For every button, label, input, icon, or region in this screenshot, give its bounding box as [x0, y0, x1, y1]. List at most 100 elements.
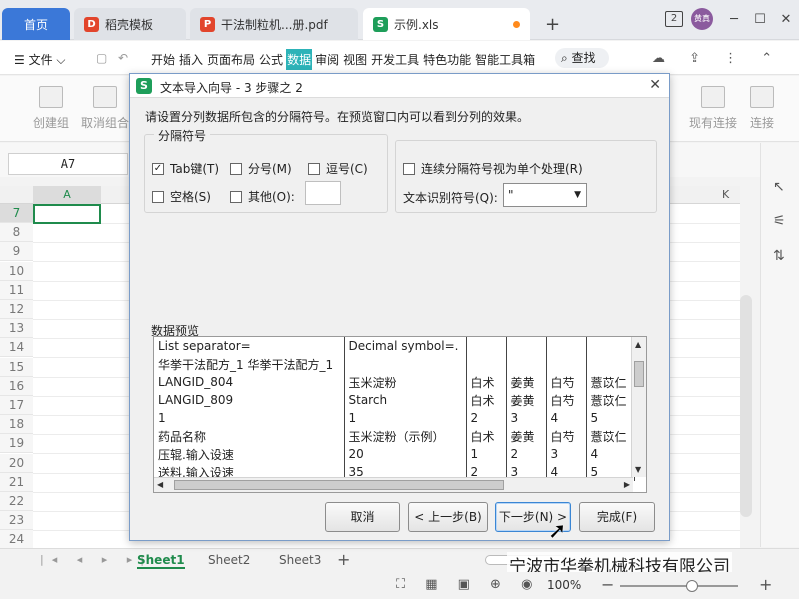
new-tab-icon[interactable]: +	[545, 14, 560, 35]
semicolon-checkbox[interactable]: 分号(M)	[230, 160, 292, 177]
close-icon[interactable]: ✕	[773, 12, 799, 27]
menu-item[interactable]: 页面布局	[206, 49, 256, 70]
other-delimiter-input[interactable]	[305, 181, 341, 205]
cancel-button[interactable]: 取消	[325, 502, 400, 532]
preview-horizontal-scrollbar[interactable]: ◀ ▶	[154, 477, 633, 492]
menu-item[interactable]: 开发工具	[370, 49, 420, 70]
sheet-nav-icons[interactable]: |◂ ◂ ▸ ▸|	[40, 553, 152, 566]
add-sheet-icon[interactable]: +	[337, 550, 350, 569]
preview-cell: 3	[506, 409, 547, 427]
comma-checkbox[interactable]: 逗号(C)	[308, 160, 368, 177]
menu-item[interactable]: 视图	[342, 49, 368, 70]
tab-pdf[interactable]: P 干法制粒机...册.pdf	[190, 8, 358, 40]
preview-cell: 1	[154, 409, 345, 427]
row-header[interactable]: 20	[0, 453, 33, 473]
text-qualifier-label: 文本识别符号(Q):	[403, 191, 498, 205]
row-header[interactable]: 14	[0, 338, 33, 358]
row-header[interactable]: 10	[0, 261, 33, 281]
row-header[interactable]: 15	[0, 357, 33, 377]
tab-xls[interactable]: S 示例.xls	[363, 8, 530, 40]
scroll-down-icon[interactable]: ▼	[635, 465, 641, 474]
row-header[interactable]: 24	[0, 530, 33, 550]
docer-icon: D	[84, 16, 99, 32]
tab-checkbox[interactable]: ✓ Tab键(T)	[152, 160, 219, 177]
preview-cell: 姜黄	[506, 373, 547, 391]
row-header[interactable]: 12	[0, 300, 33, 319]
row-header[interactable]: 19	[0, 434, 33, 454]
column-header-a[interactable]: A	[33, 186, 101, 204]
menu-item[interactable]: 特色功能	[422, 49, 472, 70]
dialog-close-icon[interactable]: ✕	[649, 77, 661, 93]
row-header[interactable]: 17	[0, 396, 33, 415]
tab-docer-templates[interactable]: D 稻壳模板	[74, 8, 186, 40]
ungroup-button[interactable]: 取消组合	[80, 82, 130, 131]
consecutive-delimiters-checkbox[interactable]: 连续分隔符号视为单个处理(R)	[403, 160, 583, 177]
selected-cell-a7[interactable]	[33, 204, 101, 224]
menu-item[interactable]: 插入	[178, 49, 204, 70]
connect-button[interactable]: 连接	[742, 82, 782, 131]
space-checkbox[interactable]: 空格(S)	[152, 188, 211, 205]
menu-item[interactable]: 智能工具箱	[474, 49, 536, 70]
column-header-k[interactable]: K	[722, 188, 729, 201]
menu-item[interactable]: 开始	[150, 49, 176, 70]
row-header[interactable]: 16	[0, 376, 33, 396]
zoom-level[interactable]: 100%	[547, 578, 581, 592]
file-menu[interactable]: ☰ 文件 ⌵	[14, 51, 66, 68]
pointer-icon[interactable]: ↖	[773, 179, 785, 195]
vertical-scrollbar[interactable]	[740, 295, 752, 517]
preview-cell: 姜黄	[506, 391, 547, 409]
preview-cell	[586, 355, 635, 373]
tab-home[interactable]: 首页	[2, 8, 70, 40]
scroll-up-icon[interactable]: ▲	[635, 340, 641, 349]
scroll-thumb[interactable]	[634, 361, 644, 387]
row-header[interactable]: 23	[0, 511, 33, 531]
sheet-tab-1[interactable]: Sheet1	[137, 553, 185, 569]
avatar[interactable]: 黄真	[691, 8, 713, 30]
sheet-tab-3[interactable]: Sheet3	[279, 553, 321, 567]
undo-icon[interactable]: ↶	[118, 51, 128, 65]
maximize-icon[interactable]: ☐	[747, 12, 773, 27]
back-button[interactable]: < 上一步(B)	[408, 502, 488, 532]
checkbox-icon	[308, 162, 320, 175]
connect-icon	[750, 86, 774, 108]
zoom-slider[interactable]	[620, 580, 738, 592]
minimize-icon[interactable]: ─	[721, 12, 747, 27]
menu-item[interactable]: 数据	[286, 49, 313, 70]
text-import-wizard-dialog: S 文本导入向导 - 3 步骤之 2 ✕ 请设置分列数据所包含的分隔符号。在预览…	[129, 73, 670, 541]
existing-connections-button[interactable]: 现有连接	[684, 82, 742, 131]
row-header[interactable]: 11	[0, 280, 33, 300]
preview-vertical-scrollbar[interactable]: ▲ ▼	[631, 337, 646, 477]
menu-item[interactable]: 公式	[258, 49, 284, 70]
save-icon[interactable]: ▢	[96, 51, 107, 65]
scroll-right-icon[interactable]: ▶	[624, 480, 630, 489]
finish-button[interactable]: 完成(F)	[579, 502, 655, 532]
scroll-thumb[interactable]	[174, 480, 504, 490]
row-header[interactable]: 7	[0, 204, 33, 223]
zoom-out-icon[interactable]: −	[601, 575, 614, 594]
text-qualifier-select[interactable]: " ▼	[503, 183, 587, 207]
properties-icon[interactable]: ⚟	[773, 213, 786, 229]
toolbar-right-icons[interactable]: ☁ ⇪ ⋮ ⌃	[652, 51, 782, 66]
sheet-tab-2[interactable]: Sheet2	[208, 553, 250, 567]
other-checkbox[interactable]: 其他(O):	[230, 188, 295, 205]
preview-cell: 白芍	[546, 373, 587, 391]
zoom-in-icon[interactable]: +	[759, 575, 772, 594]
filter-settings-icon[interactable]: ⇅	[773, 248, 785, 264]
row-header[interactable]: 9	[0, 242, 33, 262]
name-box[interactable]: A7	[8, 153, 128, 175]
scroll-left-icon[interactable]: ◀	[157, 480, 163, 489]
row-header[interactable]: 22	[0, 492, 33, 511]
row-header[interactable]: 21	[0, 472, 33, 492]
view-mode-icons[interactable]: ⛶ ▦ ▣ ⊕ ◉	[396, 577, 540, 592]
dialog-title-bar[interactable]: S 文本导入向导 - 3 步骤之 2 ✕	[130, 74, 669, 98]
menu-bar: ☰ 文件 ⌵ ▢ ↶ 开始 插入 页面布局 公式 数据 审阅 视图 开发工具 特色功能 智能工具箱…	[0, 41, 799, 75]
preview-cell: 白术	[466, 373, 507, 391]
window-count-badge[interactable]: 2	[665, 11, 683, 27]
row-header[interactable]: 13	[0, 319, 33, 339]
row-header[interactable]: 8	[0, 223, 33, 243]
create-group-button[interactable]: 创建组	[26, 82, 76, 131]
row-header[interactable]: 18	[0, 415, 33, 435]
menu-item[interactable]: 审阅	[314, 49, 340, 70]
data-preview[interactable]: List separator= Decimal symbol=. 华挙干法配方_1 …	[153, 336, 647, 493]
search-button[interactable]: ⌕ 查找	[555, 48, 609, 68]
